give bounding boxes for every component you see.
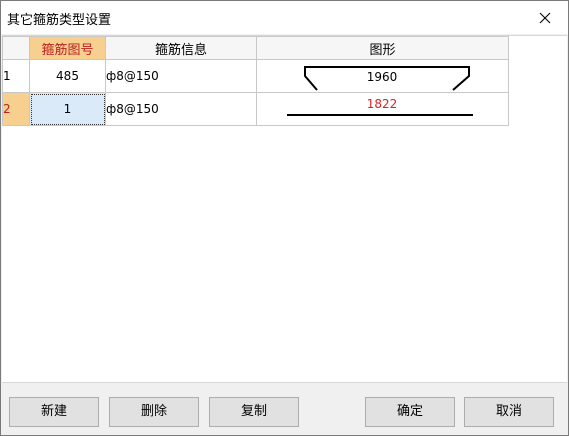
new-button[interactable]: 新建 (9, 397, 99, 427)
table-row[interactable]: 2 1 ф8@150 1822 (2, 92, 509, 126)
stirrup-table: 箍筋图号 箍筋信息 图形 1 485 ф8@150 1960 2 1 ф8@15… (2, 36, 509, 126)
close-button[interactable] (522, 1, 568, 34)
dialog-window: 其它箍筋类型设置 箍筋图号 箍筋信息 图形 1 485 ф8@150 1960 … (0, 0, 569, 436)
copy-button[interactable]: 复制 (209, 397, 299, 427)
figure-no-cell[interactable]: 1 (29, 92, 106, 126)
row-number[interactable]: 1 (2, 59, 30, 93)
stirrup-hook-shape: 1960 (304, 66, 470, 91)
close-icon (539, 12, 551, 23)
row-number[interactable]: 2 (2, 92, 30, 126)
column-header-shape[interactable]: 图形 (256, 36, 509, 60)
info-cell[interactable]: ф8@150 (105, 92, 257, 126)
header-row: 箍筋图号 箍筋信息 图形 (2, 36, 509, 60)
shape-length-label: 1822 (367, 97, 398, 111)
column-header-info[interactable]: 箍筋信息 (105, 36, 257, 60)
corner-header[interactable] (2, 36, 30, 60)
shape-length-label: 1960 (367, 70, 398, 84)
shape-cell[interactable]: 1822 (256, 92, 509, 126)
title-bar: 其它箍筋类型设置 (1, 1, 568, 34)
column-header-figure-no[interactable]: 箍筋图号 (29, 36, 106, 60)
figure-no-cell[interactable]: 485 (29, 59, 106, 93)
stirrup-grid-area[interactable]: 箍筋图号 箍筋信息 图形 1 485 ф8@150 1960 2 1 ф8@15… (2, 35, 567, 383)
ok-button[interactable]: 确定 (365, 397, 455, 427)
cancel-button[interactable]: 取消 (464, 397, 554, 427)
info-cell[interactable]: ф8@150 (105, 59, 257, 93)
shape-cell[interactable]: 1960 (256, 59, 509, 93)
stirrup-straight-shape: 1822 (287, 97, 473, 116)
window-title: 其它箍筋类型设置 (7, 13, 112, 28)
table-row[interactable]: 1 485 ф8@150 1960 (2, 59, 509, 93)
delete-button[interactable]: 删除 (109, 397, 199, 427)
